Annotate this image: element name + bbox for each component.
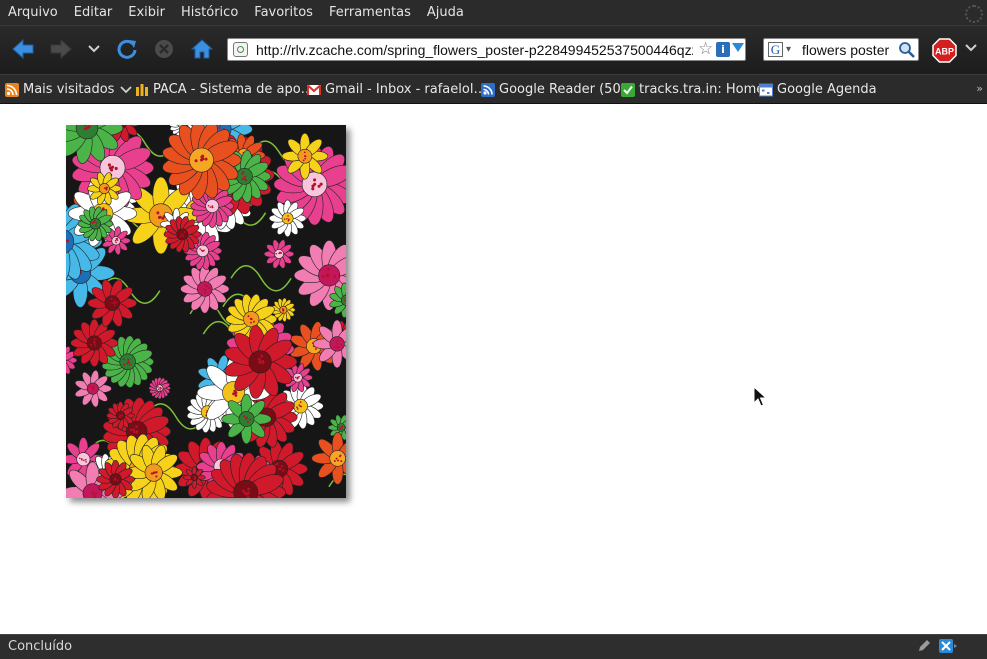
bookmark-label: Mais visitados [23, 82, 115, 97]
search-icon[interactable] [898, 41, 915, 58]
stop-button[interactable] [151, 36, 177, 62]
rss-feed-icon [5, 82, 19, 97]
back-button[interactable] [10, 36, 36, 62]
spring-flowers-poster-image[interactable] [66, 125, 346, 498]
forward-button[interactable] [48, 36, 74, 62]
bookmarks-bar: Mais visitados PACA - Sistema de apo… Gm… [0, 74, 987, 104]
adblock-menu-chevron-icon[interactable] [965, 44, 977, 52]
page-info-icon[interactable]: i [716, 42, 730, 57]
menu-bar: Arquivo Editar Exibir Histórico Favorito… [0, 0, 987, 25]
addon-status-icon[interactable] [939, 639, 957, 653]
history-dropdown-button[interactable] [82, 36, 106, 62]
gmail-icon [307, 84, 321, 95]
menu-ajuda[interactable]: Ajuda [419, 0, 472, 25]
pencil-icon[interactable] [917, 639, 931, 653]
bookmark-label: Google Reader (50) [499, 82, 626, 97]
search-bar[interactable]: G ▾ [763, 38, 919, 61]
bookmark-label: PACA - Sistema de apo… [153, 82, 314, 97]
bookmark-mais-visitados[interactable]: Mais visitados [5, 75, 133, 104]
url-input[interactable] [256, 39, 693, 60]
bookmark-tracks[interactable]: tracks.tra.in: Home [621, 75, 764, 104]
reload-icon [117, 39, 137, 59]
forward-arrow-icon [50, 39, 72, 59]
menu-exibir[interactable]: Exibir [120, 0, 173, 25]
bookmark-label: tracks.tra.in: Home [639, 82, 765, 97]
search-input[interactable] [802, 39, 894, 60]
site-identity-icon[interactable] [233, 42, 248, 57]
menu-ferramentas[interactable]: Ferramentas [321, 0, 419, 25]
bookmark-star-icon[interactable]: ☆ [698, 40, 713, 59]
menu-favoritos[interactable]: Favoritos [246, 0, 321, 25]
chevron-down-icon[interactable]: ▾ [786, 44, 791, 55]
paca-icon [136, 83, 148, 96]
reload-button[interactable] [114, 36, 140, 62]
more-bookmarks-chevron-icon[interactable]: » [976, 82, 983, 95]
google-icon[interactable]: G [768, 42, 783, 57]
activity-throbber-icon [965, 5, 983, 23]
navigation-toolbar: ☆ i G ▾ ABP [0, 25, 987, 74]
back-arrow-icon [12, 39, 34, 59]
google-reader-icon [481, 82, 495, 97]
bookmark-gmail[interactable]: Gmail - Inbox - rafaelol… [307, 75, 486, 104]
calendar-icon [759, 83, 773, 96]
status-icons [917, 639, 957, 653]
status-bar: Concluído [0, 634, 987, 659]
mouse-cursor-icon [753, 386, 767, 407]
bookmark-label: Google Agenda [777, 82, 877, 97]
menu-editar[interactable]: Editar [66, 0, 121, 25]
bookmark-label: Gmail - Inbox - rafaelol… [325, 82, 487, 97]
chevron-down-icon [120, 85, 133, 93]
status-text: Concluído [8, 639, 73, 654]
menu-historico[interactable]: Histórico [173, 0, 246, 25]
adblock-label: ABP [935, 47, 954, 57]
bookmark-paca[interactable]: PACA - Sistema de apo… [135, 75, 314, 104]
url-dropdown-icon[interactable] [732, 43, 744, 52]
bookmark-google-agenda[interactable]: Google Agenda [759, 75, 877, 104]
adblock-plus-button[interactable]: ABP [932, 38, 957, 63]
stop-icon [155, 40, 173, 58]
tracks-check-icon [621, 82, 635, 97]
floral-pattern-illustration [66, 125, 346, 498]
page-content [0, 104, 987, 634]
menu-arquivo[interactable]: Arquivo [0, 0, 66, 25]
address-bar[interactable]: ☆ i [227, 38, 746, 61]
home-icon [191, 39, 213, 59]
chevron-down-icon [88, 45, 100, 53]
bookmark-google-reader[interactable]: Google Reader (50) [481, 75, 626, 104]
home-button[interactable] [189, 36, 215, 62]
